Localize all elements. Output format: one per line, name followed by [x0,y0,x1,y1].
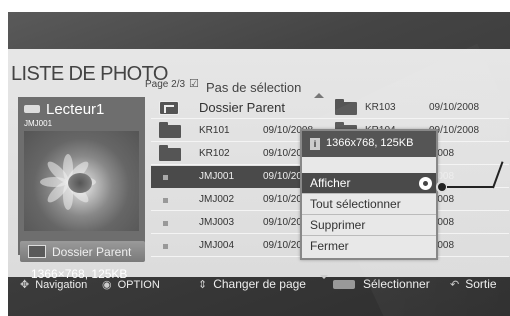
list-item-parent[interactable]: Dossier Parent [151,97,325,119]
list-item[interactable]: KR102 09/10/2008 [151,143,325,165]
photo-file-icon [163,221,168,226]
dpad-icon: ✥ [20,279,30,291]
folder-icon [335,99,357,115]
page-key-icon: ⇕ [198,279,208,291]
menu-item-afficher[interactable]: Afficher [302,173,436,194]
callout-line [447,186,493,188]
file-date: 09/10/2008 [429,102,480,113]
nav-hint-navigation: ✥ Navigation [20,279,88,291]
selection-status: Pas de sélection [206,80,302,95]
usb-icon [24,105,40,113]
menu-item-select-all[interactable]: Tout sélectionner [302,194,436,215]
menu-item-delete[interactable]: Supprimer [302,215,436,236]
info-icon: i [310,138,320,150]
device-panel: Lecteur1 JMJ001 1366×768, 125KB [18,97,145,281]
list-item-selected[interactable]: JMJ001 09/10/2008 [151,166,325,188]
panel-header: LISTE DE PHOTO Page 2/3 ☑ Pas de sélecti… [8,49,510,98]
file-name: JMJ002 [199,194,235,205]
folder-icon [159,145,181,161]
file-name: KR102 [199,148,230,159]
file-name: JMJ001 [199,171,235,182]
photo-thumbnail [24,131,139,231]
ok-button-icon: ◉ [102,279,112,291]
radio-selected-icon [419,177,432,190]
return-icon: ↶ [450,279,460,291]
file-name: KR101 [199,125,230,136]
table-row: Dossier Parent KR103 09/10/2008 [151,97,509,119]
file-name: Dossier Parent [199,100,285,115]
folder-icon [159,122,181,138]
option-popup-menu: i 1366x768, 125KB Afficher Tout sélectio… [300,129,438,260]
bottom-nav-bar: ✥ Navigation ◉ OPTION ⇕ Changer de page Sél… [0,276,510,298]
list-item[interactable]: JMJ004 09/10/2008 [151,235,325,257]
nav-hint-option: ◉ OPTION [102,279,160,291]
page-indicator: Page 2/3 [145,79,186,90]
parent-folder-label: Dossier Parent [52,245,132,259]
checkbox-icon: ☑ [189,78,199,90]
nav-hint-select: Sélectionner [333,277,430,291]
list-item[interactable]: JMJ002 09/10/2008 [151,189,325,211]
popup-file-info: 1366x768, 125KB [326,137,414,149]
popup-header: i 1366x768, 125KB [302,131,436,157]
file-name: JMJ003 [199,217,235,228]
nav-hint-exit: ↶ Sortie [450,277,497,291]
photo-file-icon [163,244,168,249]
file-name: KR103 [365,102,396,113]
list-item[interactable]: JMJ003 09/10/2008 [151,212,325,234]
photo-file-icon [163,198,168,203]
nav-hint-page: ⇕ Changer de page [198,277,306,291]
parent-folder-icon [28,245,46,258]
menu-item-close[interactable]: Fermer [302,236,436,257]
menu-item-label: Afficher [310,176,351,190]
list-item[interactable]: KR101 09/10/2008 [151,120,325,142]
parent-folder-icon [159,101,179,115]
parent-folder-button[interactable]: Dossier Parent [20,241,145,262]
mark-key-icon [333,280,355,290]
menu-item-label: Fermer [310,239,349,253]
list-item[interactable]: KR103 09/10/2008 [327,97,509,119]
file-name: JMJ004 [199,240,235,251]
menu-item-label: Supprimer [310,218,366,232]
menu-item-label: Tout sélectionner [310,197,401,211]
selected-file-name: JMJ001 [24,119,53,128]
photo-file-icon [163,175,168,180]
device-name: Lecteur1 [46,101,105,118]
